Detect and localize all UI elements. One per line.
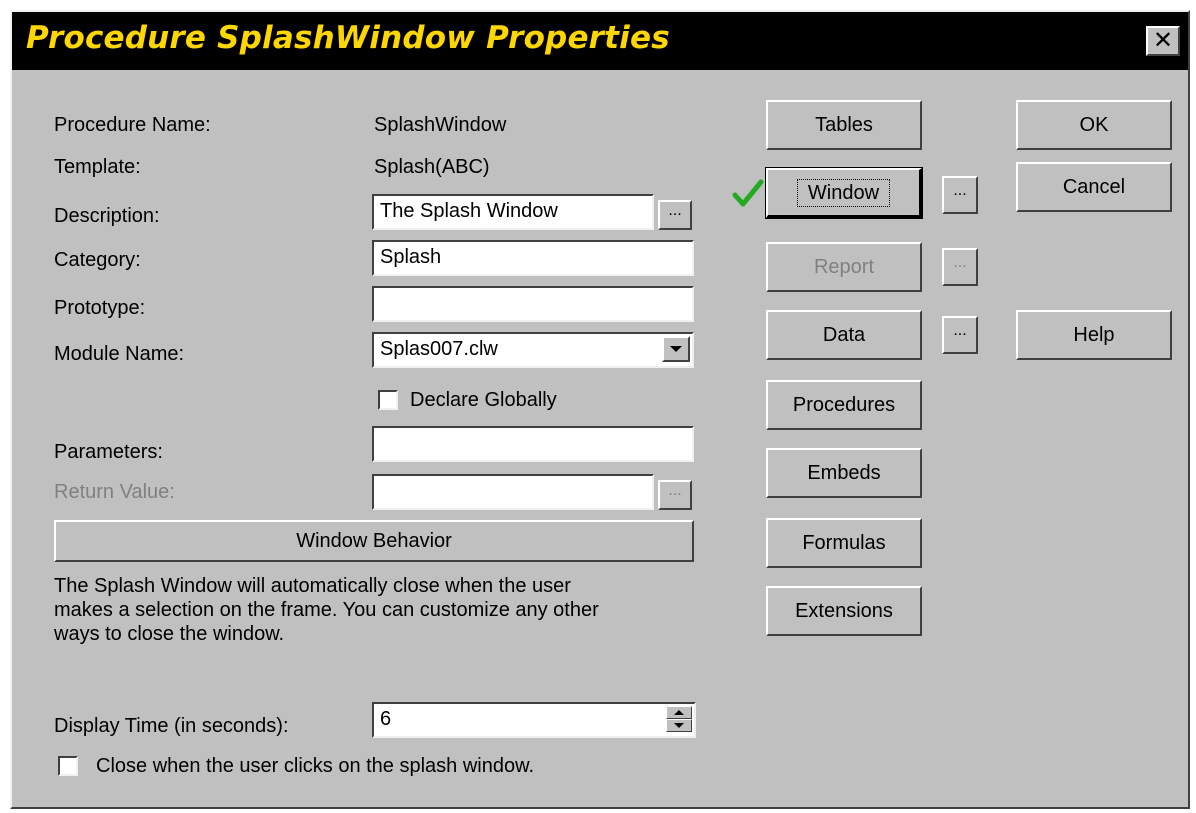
data-button-label: Data <box>822 323 866 346</box>
module-name-dropdown-button[interactable] <box>662 336 690 362</box>
category-label: Category: <box>54 249 141 271</box>
procedure-name-value: SplashWindow <box>374 114 507 136</box>
chevron-down-icon <box>670 346 682 352</box>
report-ellipsis-button[interactable]: ... <box>942 248 978 286</box>
parameters-label: Parameters: <box>54 441 163 463</box>
template-value: Splash(ABC) <box>374 156 490 178</box>
spin-down-button[interactable] <box>666 719 692 732</box>
window-button[interactable]: Window <box>765 167 923 219</box>
checkmark-icon <box>732 179 764 207</box>
data-button[interactable]: Data <box>766 310 922 360</box>
return-value-ellipsis-button[interactable]: ... <box>658 480 692 510</box>
cancel-button[interactable]: Cancel <box>1016 162 1172 212</box>
description-label: Description: <box>54 205 160 227</box>
return-value-input[interactable] <box>372 474 654 510</box>
prototype-input[interactable] <box>372 286 694 322</box>
help-button-label: Help <box>1073 323 1115 346</box>
data-ellipsis-button[interactable]: ... <box>942 316 978 354</box>
description-ellipsis-button[interactable]: ... <box>658 200 692 230</box>
display-time-value: 6 <box>380 708 392 730</box>
display-time-label: Display Time (in seconds): <box>54 715 289 737</box>
formulas-button-label: Formulas <box>802 531 886 554</box>
procedure-name-label: Procedure Name: <box>54 114 211 136</box>
help-button[interactable]: Help <box>1016 310 1172 360</box>
procedures-button[interactable]: Procedures <box>766 380 922 430</box>
module-name-select[interactable]: Splas007.clw <box>372 332 694 368</box>
declare-globally-checkbox[interactable] <box>378 390 398 410</box>
dialog-window: Procedure SplashWindow Properties ✕ Proc… <box>10 10 1190 809</box>
display-time-spin-buttons <box>666 706 692 732</box>
dialog-title: Procedure SplashWindow Properties <box>26 20 670 56</box>
embeds-button[interactable]: Embeds <box>766 448 922 498</box>
return-value-label: Return Value: <box>54 481 175 503</box>
report-button-label: Report <box>813 255 875 278</box>
window-behavior-button[interactable]: Window Behavior <box>54 520 694 562</box>
window-behavior-label: Window Behavior <box>296 529 452 552</box>
description-input[interactable]: The Splash Window <box>372 194 654 230</box>
module-name-label: Module Name: <box>54 343 185 365</box>
behavior-description: The Splash Window will automatically clo… <box>54 575 599 645</box>
tables-button-label: Tables <box>815 113 873 136</box>
extensions-button[interactable]: Extensions <box>766 586 922 636</box>
parameters-input[interactable] <box>372 426 694 462</box>
module-name-value: Splas007.clw <box>380 338 498 360</box>
chevron-down-icon <box>674 723 684 728</box>
title-bar: Procedure SplashWindow Properties ✕ <box>12 12 1188 70</box>
cancel-button-label: Cancel <box>1062 175 1126 198</box>
tables-button[interactable]: Tables <box>766 100 922 150</box>
window-ellipsis-button[interactable]: ... <box>942 176 978 214</box>
ok-button[interactable]: OK <box>1016 100 1172 150</box>
template-label: Template: <box>54 156 141 178</box>
declare-globally-label: Declare Globally <box>410 389 557 411</box>
ok-button-label: OK <box>1079 113 1109 136</box>
extensions-button-label: Extensions <box>795 599 893 622</box>
close-icon: ✕ <box>1152 27 1174 54</box>
embeds-button-label: Embeds <box>807 461 881 484</box>
report-button[interactable]: Report <box>766 242 922 292</box>
window-button-label: Window <box>796 178 891 207</box>
category-input[interactable]: Splash <box>372 240 694 276</box>
close-on-click-label: Close when the user clicks on the splash… <box>96 755 535 777</box>
prototype-label: Prototype: <box>54 297 146 319</box>
chevron-up-icon <box>674 710 684 715</box>
spin-up-button[interactable] <box>666 706 692 719</box>
procedures-button-label: Procedures <box>792 393 896 416</box>
display-time-spinner[interactable]: 6 <box>372 702 696 738</box>
formulas-button[interactable]: Formulas <box>766 518 922 568</box>
close-button[interactable]: ✕ <box>1146 26 1180 56</box>
close-on-click-checkbox[interactable] <box>58 756 78 776</box>
